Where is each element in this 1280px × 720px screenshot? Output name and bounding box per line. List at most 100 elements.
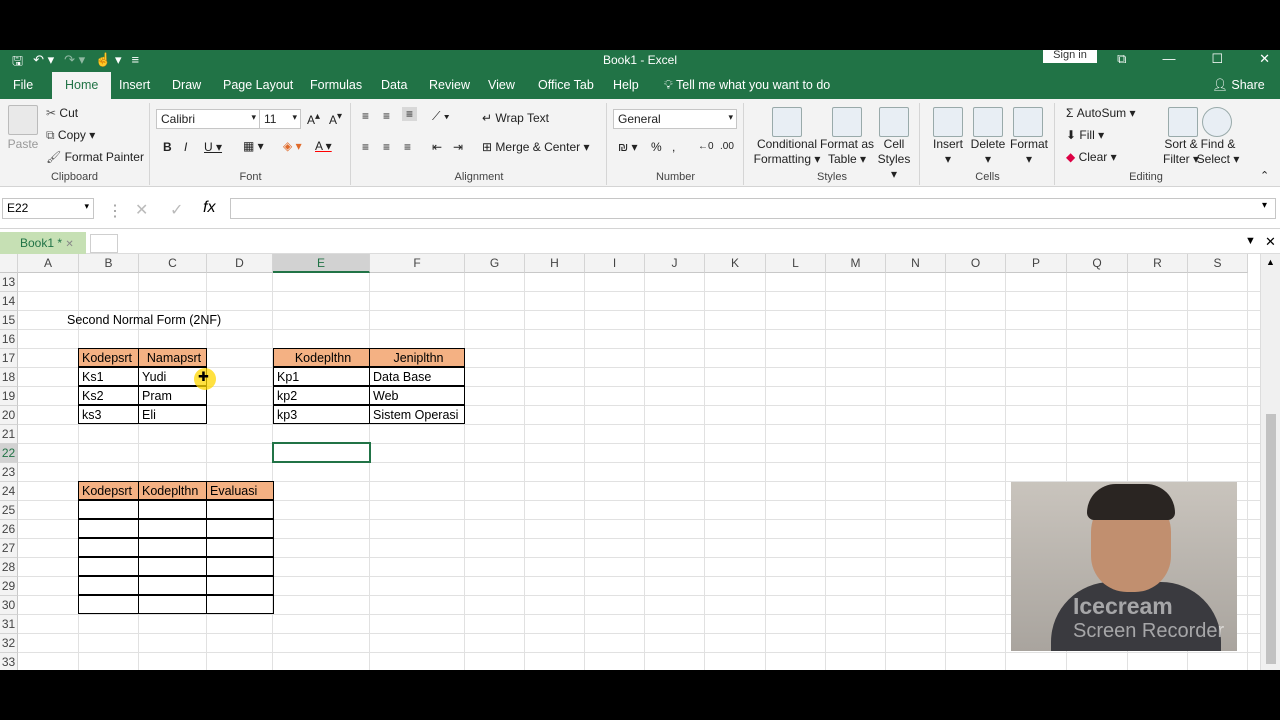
wrap-text-button[interactable]: ↵ Wrap Text [482, 111, 549, 125]
table-header-cell[interactable]: Kodepsrt [78, 481, 139, 500]
table-cell[interactable]: Sistem Operasi [369, 405, 465, 424]
column-header-o[interactable]: O [946, 254, 1006, 273]
row-header-29[interactable]: 29 [0, 577, 18, 596]
tab-draw[interactable]: Draw [172, 78, 201, 92]
cut-button[interactable]: ✂ Cut [46, 106, 78, 120]
cell-styles-icon[interactable] [879, 107, 909, 137]
vertical-scrollbar[interactable]: ▲ [1260, 254, 1280, 670]
enter-icon[interactable]: ✓ [170, 200, 183, 220]
table-header-cell[interactable]: Kodeplthn [273, 348, 370, 367]
maximize-icon[interactable]: ☐ [1211, 51, 1223, 67]
table-cell[interactable]: Eli [138, 405, 207, 424]
minimize-icon[interactable]: — [1162, 51, 1175, 67]
insert-function-icon[interactable]: fx [203, 199, 215, 217]
table-cell[interactable] [78, 576, 139, 595]
column-header-f[interactable]: F [370, 254, 465, 273]
close-icon[interactable]: ✕ [1265, 234, 1276, 250]
borders-icon[interactable]: ▦ ▾ [243, 139, 264, 153]
decrease-decimal-icon[interactable]: .00 [720, 141, 734, 152]
paste-icon[interactable] [8, 105, 38, 135]
shrink-font-icon[interactable]: A▾ [329, 111, 342, 127]
table-cell[interactable]: Web [369, 386, 465, 405]
table-header-cell[interactable]: Evaluasi [206, 481, 274, 500]
column-header-h[interactable]: H [525, 254, 585, 273]
copy-button[interactable]: ⧉ Copy ▾ [46, 128, 95, 143]
collapse-ribbon-icon[interactable]: ⌃ [1260, 169, 1269, 182]
align-center-icon[interactable]: ≡ [383, 140, 390, 154]
row-header-16[interactable]: 16 [0, 330, 18, 349]
table-cell[interactable] [206, 500, 274, 519]
sort-filter-icon[interactable] [1168, 107, 1198, 137]
table-cell[interactable]: ks3 [78, 405, 139, 424]
column-header-p[interactable]: P [1006, 254, 1067, 273]
table-cell[interactable] [206, 538, 274, 557]
column-header-b[interactable]: B [79, 254, 139, 273]
comma-style-icon[interactable]: , [672, 140, 675, 154]
column-header-i[interactable]: I [585, 254, 645, 273]
tab-insert[interactable]: Insert [119, 78, 150, 92]
column-header-k[interactable]: K [705, 254, 766, 273]
conditional-formatting-icon[interactable] [772, 107, 802, 137]
row-header-15[interactable]: 15 [0, 311, 18, 330]
table-cell[interactable]: Data Base [369, 367, 465, 386]
font-size-dropdown[interactable]: 11 ▾ [259, 109, 301, 129]
column-header-c[interactable]: C [139, 254, 207, 273]
autosum-button[interactable]: Σ AutoSum ▾ [1066, 106, 1135, 120]
table-cell[interactable] [138, 557, 207, 576]
fill-color-icon[interactable]: ◈ ▾ [283, 139, 302, 153]
insert-cells-button[interactable]: Insert ▾ [927, 137, 969, 167]
row-header-22[interactable]: 22 [0, 444, 18, 463]
tell-me-box[interactable]: 💡︎ Tell me what you want to do [664, 78, 830, 93]
table-cell[interactable]: kp3 [273, 405, 370, 424]
column-header-a[interactable]: A [18, 254, 79, 273]
chevron-down-icon[interactable]: ▾ [1262, 200, 1267, 211]
tab-list-icon[interactable]: ▼ [1245, 235, 1256, 247]
column-header-g[interactable]: G [465, 254, 525, 273]
table-cell[interactable] [206, 576, 274, 595]
table-cell[interactable] [78, 595, 139, 614]
fill-button[interactable]: ⬇ Fill ▾ [1066, 128, 1104, 142]
column-header-s[interactable]: S [1188, 254, 1248, 273]
row-header-21[interactable]: 21 [0, 425, 18, 444]
table-cell[interactable]: Ks1 [78, 367, 139, 386]
close-icon[interactable]: ✕ [1259, 51, 1270, 67]
tab-home[interactable]: Home [52, 72, 112, 99]
percent-icon[interactable]: % [651, 140, 662, 154]
row-header-17[interactable]: 17 [0, 349, 18, 368]
column-header-m[interactable]: M [826, 254, 886, 273]
tab-data[interactable]: Data [381, 78, 407, 92]
bold-icon[interactable]: B [163, 140, 172, 154]
font-name-dropdown[interactable]: Calibri ▾ [156, 109, 260, 129]
tab-page-layout[interactable]: Page Layout [223, 78, 293, 92]
cancel-icon[interactable]: ✕ [135, 200, 148, 220]
format-cells-button[interactable]: Format ▾ [1007, 137, 1051, 167]
tab-file[interactable]: File [13, 78, 33, 92]
scroll-up-icon[interactable]: ▲ [1266, 257, 1275, 267]
column-header-q[interactable]: Q [1067, 254, 1128, 273]
table-cell[interactable] [78, 519, 139, 538]
tab-review[interactable]: Review [429, 78, 470, 92]
row-header-32[interactable]: 32 [0, 634, 18, 653]
italic-icon[interactable]: I [184, 140, 187, 154]
orientation-icon[interactable]: ⟋ ▾ [432, 109, 450, 124]
row-header-14[interactable]: 14 [0, 292, 18, 311]
table-cell[interactable] [206, 557, 274, 576]
row-header-18[interactable]: 18 [0, 368, 18, 387]
column-header-l[interactable]: L [766, 254, 826, 273]
row-header-19[interactable]: 19 [0, 387, 18, 406]
find-select-button[interactable]: Find & Select ▾ [1194, 137, 1242, 167]
tab-view[interactable]: View [488, 78, 515, 92]
close-icon[interactable]: ✕ [65, 239, 73, 250]
table-cell[interactable]: Ks2 [78, 386, 139, 405]
table-cell[interactable]: Pram [138, 386, 207, 405]
decrease-indent-icon[interactable]: ⇤ [432, 140, 442, 154]
row-header-24[interactable]: 24 [0, 482, 18, 501]
increase-decimal-icon[interactable]: ←0 [698, 141, 714, 152]
active-cell-e22[interactable] [272, 442, 371, 463]
format-as-table-icon[interactable] [832, 107, 862, 137]
table-cell[interactable] [138, 519, 207, 538]
column-header-r[interactable]: R [1128, 254, 1188, 273]
table-header-cell[interactable]: Kodeplthn [138, 481, 207, 500]
top-align-icon[interactable]: ≡ [362, 109, 369, 123]
font-color-icon[interactable]: A ▾ [315, 139, 332, 153]
